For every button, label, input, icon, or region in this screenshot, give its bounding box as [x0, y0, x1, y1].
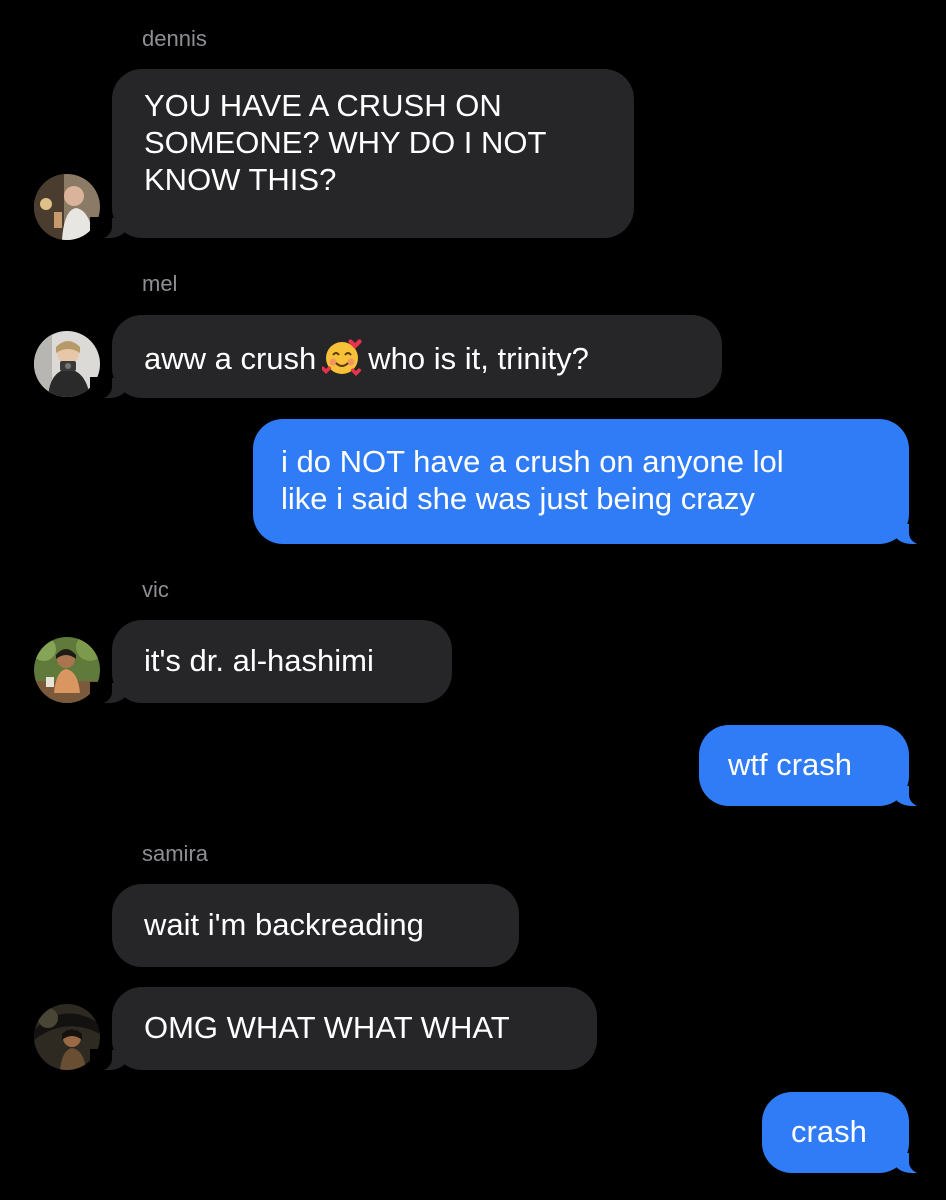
- message-line: like i said she was just being crazy: [281, 481, 755, 516]
- message-line: YOU HAVE A CRUSH ON: [144, 88, 502, 123]
- message-bubble-vic[interactable]: it's dr. al-hashimi: [90, 620, 452, 704]
- message-text-part: who is it, trinity?: [368, 341, 589, 376]
- message-line: wait i'm backreading: [144, 907, 424, 942]
- message-bubble-dennis[interactable]: YOU HAVE A CRUSH ON SOMEONE? WHY DO I NO…: [90, 69, 634, 239]
- sender-name-samira: samira: [142, 841, 209, 866]
- message-bubble-samira[interactable]: OMG WHAT WHAT WHAT: [90, 987, 597, 1071]
- message-bubble-outgoing[interactable]: wtf crash: [699, 725, 931, 807]
- message-line: SOMEONE? WHY DO I NOT: [144, 125, 547, 160]
- message-text-part: aww a crush: [144, 341, 317, 376]
- message-line: it's dr. al-hashimi: [144, 643, 374, 678]
- message-bubble-outgoing[interactable]: crash: [762, 1092, 931, 1174]
- message-line: wtf crash: [728, 747, 853, 782]
- smiling-face-with-hearts-emoji: [322, 339, 362, 376]
- sender-name-mel: mel: [142, 271, 178, 296]
- message-line: OMG WHAT WHAT WHAT: [144, 1010, 510, 1045]
- sender-name-dennis: dennis: [142, 26, 207, 51]
- message-bubble-samira[interactable]: wait i'm backreading: [112, 884, 519, 967]
- sender-name-vic: vic: [142, 577, 169, 602]
- message-line: KNOW THIS?: [144, 162, 337, 197]
- message-line: crash: [791, 1114, 867, 1149]
- message-bubble-outgoing[interactable]: i do NOT have a crush on anyone lol like…: [253, 419, 931, 545]
- message-line: i do NOT have a crush on anyone lol: [281, 444, 784, 479]
- message-bubble-mel[interactable]: aww a crush who is it, trinity?: [90, 315, 722, 399]
